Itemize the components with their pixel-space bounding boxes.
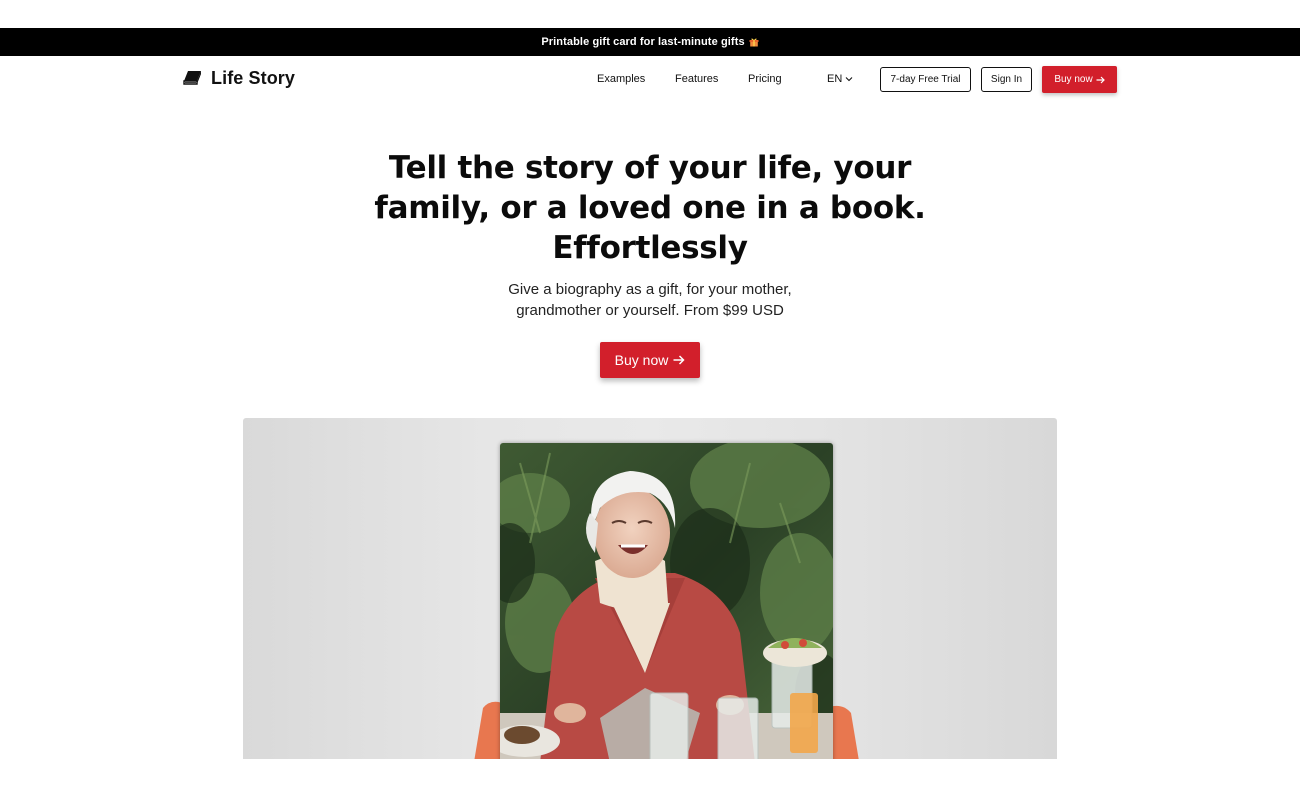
sign-in-button[interactable]: Sign In [981,67,1032,92]
hero-buy-now-label: Buy now [614,352,669,368]
hero-title-line-1: Tell the story of your life, your [388,150,912,186]
nav-link-pricing[interactable]: Pricing [748,73,782,85]
arrow-right-icon [673,355,685,365]
chevron-down-icon [845,77,853,82]
nav-buy-now-button[interactable]: Buy now [1042,66,1117,93]
brand-name: Life Story [211,68,296,88]
hero-subtitle-line-1: Give a biography as a gift, for your mot… [508,281,792,298]
language-selector[interactable]: EN [827,73,853,85]
arrow-right-icon [1096,76,1105,83]
promo-text: Printable gift card for last-minute gift… [541,36,745,48]
hero-title-line-2: family, or a loved one in a book. [374,190,926,226]
hero-title: Tell the story of your life, your family… [350,148,950,268]
book-icon [183,71,201,85]
brand-logo[interactable]: Life Story [182,68,295,89]
hero-subtitle: Give a biography as a gift, for your mot… [450,279,850,321]
nav-buy-now-label: Buy now [1054,74,1093,85]
nav-link-examples[interactable]: Examples [597,73,645,85]
grandmother-photo [500,443,833,759]
promo-banner[interactable]: Printable gift card for last-minute gift… [0,28,1300,56]
sign-in-label: Sign In [990,74,1023,85]
nav-link-features[interactable]: Features [675,73,718,85]
top-spacer [0,0,1300,28]
language-label: EN [827,73,843,85]
hero-buy-now-button[interactable]: Buy now [600,342,700,378]
main-navigation: Life Story Examples Features Pricing EN … [0,56,1300,104]
hero-title-line-3: Effortlessly [552,230,748,266]
free-trial-label: 7-day Free Trial [890,74,961,85]
hero-showcase [243,418,1057,759]
gift-icon [749,38,759,47]
free-trial-button[interactable]: 7-day Free Trial [880,67,971,92]
hero-subtitle-line-2: grandmother or yourself. From $99 USD [516,302,784,319]
